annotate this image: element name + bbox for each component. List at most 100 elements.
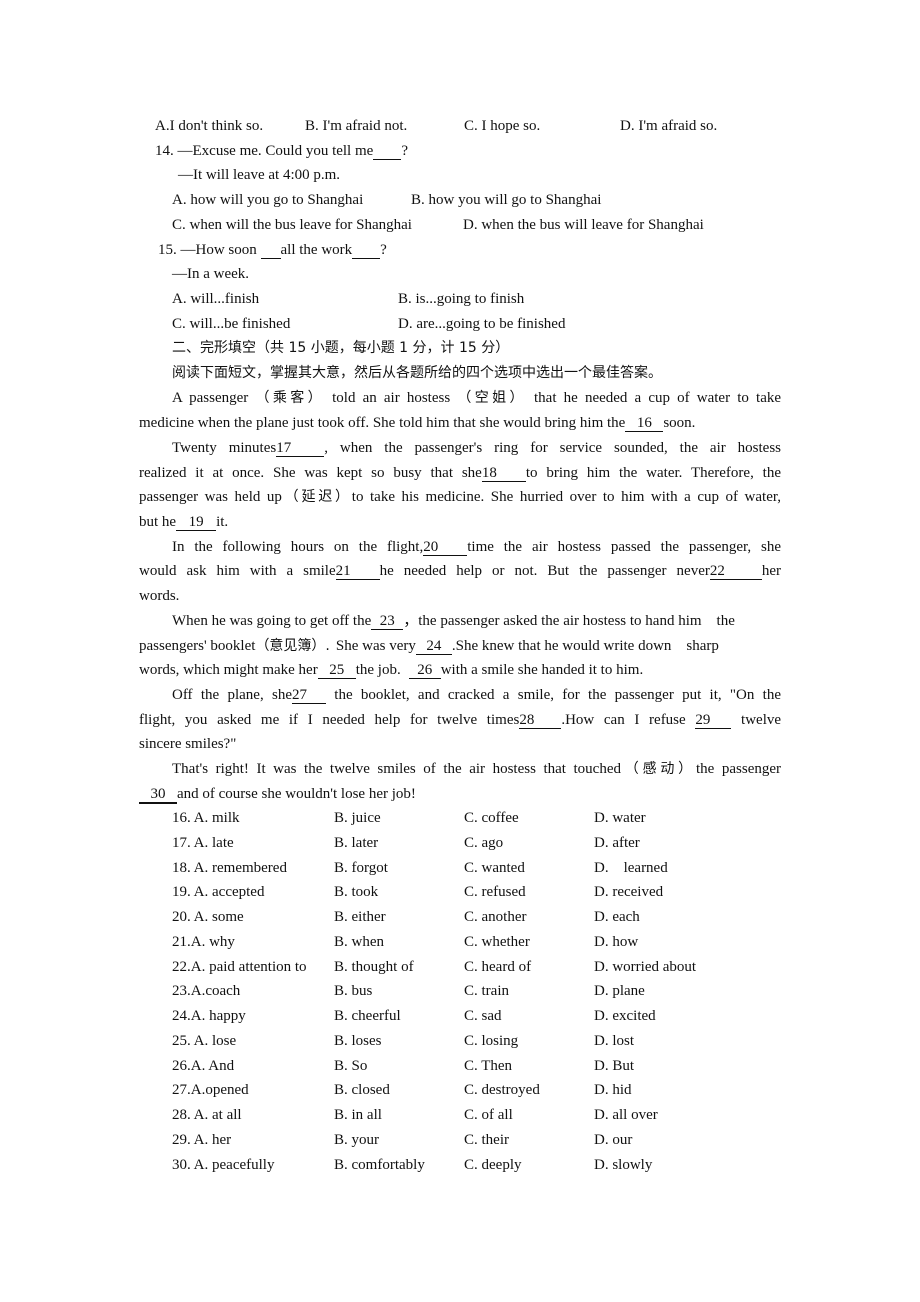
gloss: （乘客） [255,390,325,406]
blank-17: 17 [276,441,325,457]
blank-18: 18 [481,466,526,482]
choice-option-a: 24.A. happy [172,1008,246,1024]
choice-option-a: 25. A. lose [172,1032,237,1049]
passage-p3-line2: would ask him with a smile21 he needed he… [139,562,781,580]
choice-option-d: D. learned [594,859,668,876]
choice-option-d: D. hid [594,1082,632,1099]
text: soon. [663,415,696,431]
choice-option-b: B. loses [334,1032,382,1049]
passage-p4-line1: When he was going to get off the 23 ，the p… [172,612,735,630]
blank-26: 26 [408,663,441,679]
passage-p6-line1: That's right! It was the twelve smiles o… [172,760,781,778]
choice-option-d: D. after [594,834,640,851]
choice-option-c: C. their [464,1131,509,1148]
choice-option-a: 19. A. accepted [172,884,265,901]
text: time the air hostess passed the passenge… [467,539,782,555]
q14-reply: —It will leave at 4:00 p.m. [178,167,341,183]
choice-option-c: C. heard of [464,958,532,975]
passage-p3-line1: In the following hours on the flight,20 t… [172,538,781,556]
text: the job. [355,662,401,678]
choice-option-c: C. train [464,983,509,1000]
text: but he [139,514,177,530]
choice-option-d: D. But [594,1057,635,1074]
blank-23: 23 [371,614,404,630]
q14-blank [373,144,402,160]
text: She was very [335,638,416,654]
blank-27: 27 [291,688,326,704]
choice-option-a: 21.A. why [172,933,235,950]
choice-option-d: D. all over [594,1107,658,1123]
choice-option-d: D. worried about [594,958,697,975]
gloss: （感动） [621,761,696,777]
text: told an air hostess [332,390,451,406]
choice-option-c: C. wanted [464,859,525,876]
choice-option-a: 26.A. And [172,1057,235,1074]
blank-24: 24 [415,639,452,655]
text: Twenty minutes [172,440,277,456]
text: the booklet, and cracked a smile, for th… [325,687,782,703]
q14-stem-end: ? [401,143,408,159]
gloss: （延迟） [281,489,352,505]
text: twelve [741,712,782,728]
text: That's right! It was the twelve smiles o… [172,761,621,777]
choice-option-b: B. later [334,834,379,851]
choice-option-b: B. closed [334,1082,390,1099]
choice-option-b: B. comfortably [334,1156,425,1173]
choice-option-c: C. deeply [464,1156,522,1173]
choice-option-d: D. plane [594,983,645,1000]
choice-option-d: D. received [594,884,664,901]
text: realized it at once. She was kept so bus… [139,465,482,481]
choice-option-b: B. juice [334,810,381,826]
text: A passenger [172,390,249,406]
choice-option-b: B. when [334,933,384,950]
blank-29: 29 [695,713,732,729]
choice-option-d: D. each [594,909,640,925]
q14-option-b: B. how you will go to Shanghai [411,192,602,208]
choice-option-a: 22.A. paid attention to [172,958,307,975]
passage-p5-line1: Off the plane, she27 the booklet, and cr… [172,686,781,704]
choice-option-b: B. thought of [334,958,414,975]
text: medicine when the plane just took off. S… [139,415,626,431]
q15-stem-mid: all the work [280,242,353,258]
choice-option-b: B. in all [334,1107,382,1123]
choice-option-d: D. excited [594,1008,656,1024]
q14-option-a: A. how will you go to Shanghai [172,192,364,208]
choice-option-c: C. ago [464,834,504,851]
q15-blank-2 [352,243,381,259]
q14-option-d: D. when the bus will leave for Shanghai [463,217,704,233]
passage-p4-line2: passengers' booklet（意见簿）. She was very 24.… [139,637,719,655]
passage-p4-line3: words, which might make her 25 the job. 26 w… [139,661,643,679]
text: he needed help or not. But the passenger… [379,563,710,579]
passage-p1-line2: medicine when the plane just took off. S… [139,414,695,432]
passage-p5-line3: sincere smiles?" [139,736,237,752]
choice-option-c: C. coffee [464,810,519,826]
passage-p6-line2: 30 and of course she wouldn't lose her jo… [139,785,416,804]
q13-option-d: D. I'm afraid so. [620,118,718,134]
text: with a smile she handed it to him. [440,662,644,678]
choice-option-c: C. Then [464,1057,513,1074]
q15-stem-end: ? [380,242,387,258]
choice-option-a: 28. A. at all [172,1107,242,1123]
choice-option-a: 16. A. milk [172,810,240,826]
text: to bring him the water. Therefore, the [525,465,781,481]
choice-option-b: B. bus [334,983,373,1000]
passage-p3-line3: words. [139,588,180,604]
text: to take his medicine. She hurried over t… [351,489,781,505]
text: words, which might make her [139,662,318,678]
q14-stem-text: 14. —Excuse me. Could you tell me [155,143,374,159]
choice-option-a: 27.A.opened [172,1082,249,1099]
blank-16: 16 [625,416,664,432]
choice-option-a: 29. A. her [172,1131,232,1148]
choice-option-d: D. water [594,810,646,826]
passage-p5-line2: flight, you asked me if I needed help fo… [139,711,781,729]
choice-option-a: 30. A. peacefully [172,1156,275,1173]
text: .She knew that he would write down sharp [451,638,719,654]
blank-19: 19 [176,515,217,531]
q13-option-a: A.I don't think so. [155,118,264,134]
blank-21: 21 [335,564,380,580]
text: ，the passenger asked the air hostess to … [403,613,735,629]
blank-25: 25 [317,663,356,679]
text: flight, you asked me if I needed help fo… [139,712,520,728]
choice-option-b: B. either [334,909,386,925]
choice-option-a: 18. A. remembered [172,859,287,876]
